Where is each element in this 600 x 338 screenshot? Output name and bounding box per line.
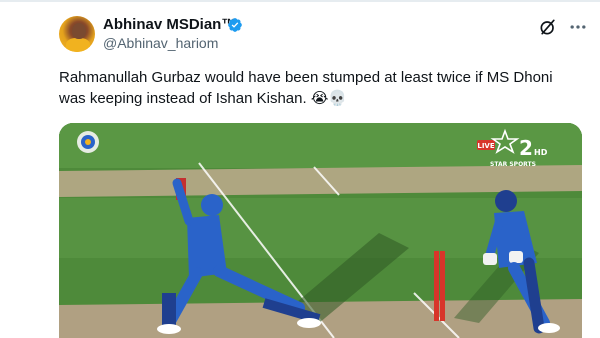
more-options-icon[interactable] bbox=[568, 17, 588, 37]
cricket-scene: LIVE 2 HD STAR SPORTS bbox=[59, 123, 582, 338]
tweet-card[interactable]: Abhinav MSDian™ @Abhinav_hariom Rahmanul… bbox=[0, 0, 600, 338]
author-handle[interactable]: @Abhinav_hariom bbox=[103, 35, 218, 51]
bcci-logo-icon bbox=[77, 131, 99, 153]
tweet-text: Rahmanullah Gurbaz would have been stump… bbox=[59, 69, 553, 107]
verified-badge-icon bbox=[228, 18, 242, 32]
tweet-media-image[interactable]: LIVE 2 HD STAR SPORTS bbox=[59, 123, 582, 338]
avatar[interactable] bbox=[59, 16, 95, 52]
network-name: STAR SPORTS bbox=[490, 161, 536, 168]
live-badge: LIVE bbox=[477, 142, 494, 150]
avatar-shirt bbox=[66, 38, 90, 52]
channel-hd: HD bbox=[534, 148, 548, 157]
author-display-name[interactable]: Abhinav MSDian™ bbox=[103, 16, 236, 33]
channel-number: 2 bbox=[519, 136, 533, 160]
divider bbox=[0, 0, 600, 2]
avatar-face bbox=[72, 23, 86, 39]
grok-icon[interactable] bbox=[538, 17, 558, 37]
